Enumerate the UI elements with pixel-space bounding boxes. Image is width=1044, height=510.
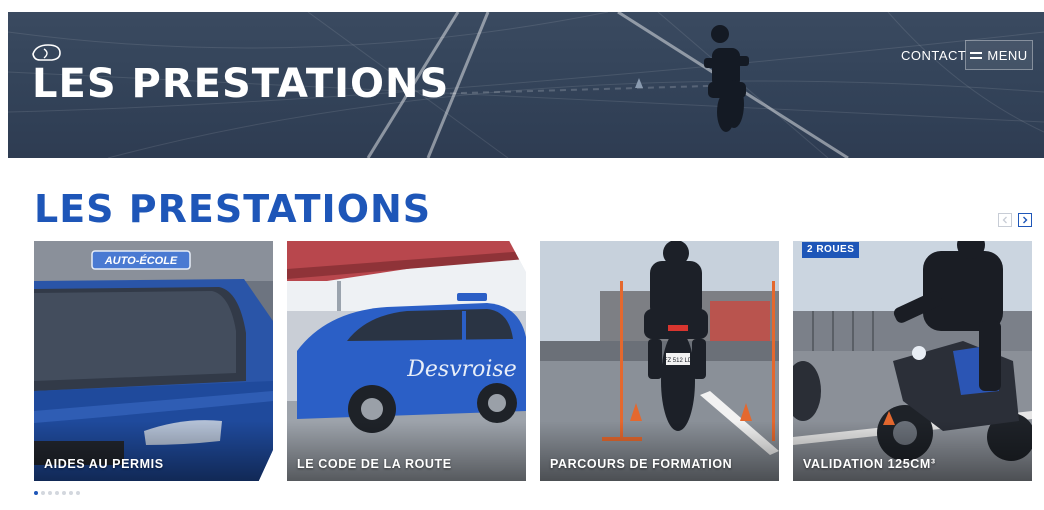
service-card-parcours-de-formation[interactable]: FZ 512 LD PARCOURS DE FORMATION — [540, 241, 779, 481]
hero-title: LES PRESTATIONS — [32, 61, 450, 107]
license-plate-text: FZ 512 LD — [664, 358, 693, 364]
card-label: AIDES AU PERMIS — [44, 457, 164, 471]
card-label: PARCOURS DE FORMATION — [550, 457, 733, 471]
contact-link[interactable]: CONTACT — [901, 48, 966, 63]
carousel-dot[interactable] — [55, 491, 59, 495]
hero-banner: LES PRESTATIONS CONTACT MENU — [8, 12, 1044, 158]
service-card-aides-au-permis[interactable]: AUTO-ÉCOLE AIDES AU PERMIS — [34, 241, 273, 481]
section-title: LES PRESTATIONS — [34, 187, 432, 231]
card-shade — [793, 421, 1032, 481]
carousel-dot[interactable] — [76, 491, 80, 495]
carousel-pagination — [34, 491, 80, 495]
service-card-validation-125cm3[interactable]: 2 ROUES VALIDATION 125CM³ — [793, 241, 1032, 481]
carousel-dot[interactable] — [34, 491, 38, 495]
card-shade — [287, 421, 526, 481]
carousel-dot[interactable] — [62, 491, 66, 495]
card-shade — [540, 421, 779, 481]
chevron-right-icon — [1023, 216, 1028, 224]
chevron-left-icon — [1002, 216, 1007, 224]
menu-button[interactable]: MENU — [965, 40, 1033, 70]
car-roof-sign-text: AUTO-ÉCOLE — [104, 254, 178, 267]
carousel-dot[interactable] — [48, 491, 52, 495]
carousel-dot[interactable] — [69, 491, 73, 495]
carousel-prev-button[interactable] — [998, 213, 1012, 227]
menu-label: MENU — [987, 47, 1028, 63]
card-label: VALIDATION 125CM³ — [803, 457, 936, 471]
category-badge: 2 ROUES — [802, 242, 860, 258]
car-side-text: Desvroise — [406, 357, 516, 382]
carousel-dot[interactable] — [41, 491, 45, 495]
card-label: LE CODE DE LA ROUTE — [297, 457, 452, 471]
hamburger-icon — [970, 51, 983, 59]
card-shade — [34, 421, 273, 481]
service-card-code-de-la-route[interactable]: Desvroise LE CODE DE LA ROUTE — [287, 241, 526, 481]
carousel-next-button[interactable] — [1018, 213, 1032, 227]
